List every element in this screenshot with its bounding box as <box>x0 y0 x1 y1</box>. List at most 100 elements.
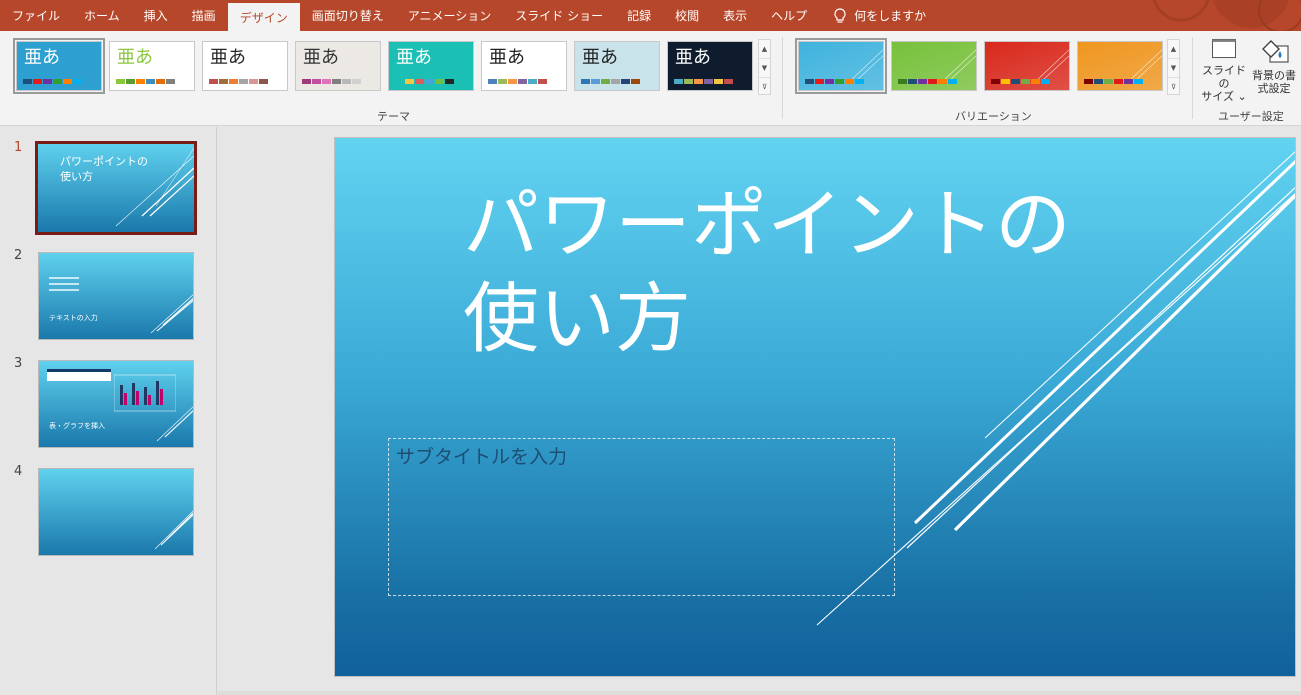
color-swatch <box>415 79 424 84</box>
variation-down-button[interactable]: ▼ <box>1168 59 1179 78</box>
variation-thumbnail-3[interactable] <box>1077 41 1163 91</box>
theme-thumbnail-0[interactable]: 亜あ <box>13 38 105 94</box>
theme-thumbnail-5[interactable]: 亜あ <box>481 41 567 91</box>
slide-thumbnail-1[interactable]: パワーポイントの 使い方 <box>35 141 197 235</box>
color-swatch <box>855 79 864 84</box>
tab-0[interactable]: ファイル <box>0 0 72 31</box>
color-swatch <box>528 79 537 84</box>
color-swatch <box>259 79 268 84</box>
editor-horizontal-scrollbar[interactable] <box>218 691 1301 695</box>
slide-title-line1: パワーポイントの <box>463 180 1071 269</box>
tab-3[interactable]: 描画 <box>180 0 228 31</box>
color-swatch <box>33 79 42 84</box>
variations-gallery-scroll: ▲ ▼ ⊽ <box>1167 39 1180 95</box>
tab-7[interactable]: スライド ショー <box>503 0 615 31</box>
color-swatch <box>229 79 238 84</box>
tab-9[interactable]: 校閲 <box>663 0 711 31</box>
theme-glyph: 亜あ <box>24 47 60 68</box>
slide-title-line2: 使い方 <box>463 274 691 363</box>
tab-11[interactable]: ヘルプ <box>759 0 819 31</box>
slide-number-4: 4 <box>14 464 23 479</box>
slide-thumbnail-3[interactable]: 表・グラフを挿入 <box>38 360 194 448</box>
variation-more-button[interactable]: ⊽ <box>1168 78 1179 96</box>
variation-thumbnail-2[interactable] <box>984 41 1070 91</box>
slide-thumbnail-title: パワーポイントの 使い方 <box>60 154 148 184</box>
color-swatch <box>621 79 630 84</box>
color-swatch <box>146 79 155 84</box>
color-swatch <box>332 79 341 84</box>
themes-group-label: テーマ <box>377 110 410 123</box>
color-swatch <box>991 79 1000 84</box>
color-swatch <box>1041 79 1050 84</box>
color-swatch <box>1011 79 1020 84</box>
color-swatch <box>166 79 175 84</box>
theme-thumbnail-2[interactable]: 亜あ <box>202 41 288 91</box>
tell-me-search[interactable]: 何をしますか <box>819 0 938 31</box>
color-swatch <box>1114 79 1123 84</box>
variations-group-label: バリエーション <box>955 110 1032 123</box>
color-swatch <box>43 79 52 84</box>
color-swatch <box>63 79 72 84</box>
slide-title[interactable]: パワーポイントの 使い方 <box>463 178 1183 366</box>
subtitle-placeholder[interactable]: サブタイトルを入力 <box>388 438 895 596</box>
color-swatch <box>126 79 135 84</box>
gallery-up-button[interactable]: ▲ <box>759 40 770 59</box>
variation-color-swatches <box>805 79 864 84</box>
slide-thumbnail-4[interactable] <box>38 468 194 556</box>
color-swatch <box>1021 79 1030 84</box>
theme-glyph: 亜あ <box>675 47 711 68</box>
color-swatch <box>1031 79 1040 84</box>
tab-8[interactable]: 記録 <box>615 0 663 31</box>
ribbon-design: 亜あ 亜あ 亜あ 亜あ 亜あ 亜あ 亜あ 亜あ ▲ ▼ ⊽ テーマ ▲ ▼ ⊽ バリエーション… <box>0 31 1301 126</box>
color-swatch <box>908 79 917 84</box>
color-swatch <box>631 79 640 84</box>
variation-color-swatches <box>898 79 957 84</box>
tab-6[interactable]: アニメーション <box>396 0 504 31</box>
theme-thumbnail-4[interactable]: 亜あ <box>388 41 474 91</box>
main-slide[interactable]: パワーポイントの 使い方 サブタイトルを入力 <box>334 137 1296 677</box>
slide-size-label-1: スライドの <box>1202 64 1246 90</box>
color-swatch <box>1001 79 1010 84</box>
slide-size-button[interactable]: スライドの サイズ ⌄ <box>1200 37 1248 103</box>
slide-bullets <box>49 273 79 295</box>
theme-thumbnail-3[interactable]: 亜あ <box>295 41 381 91</box>
variation-thumbnail-0[interactable] <box>795 38 887 94</box>
theme-thumbnail-1[interactable]: 亜あ <box>109 41 195 91</box>
color-swatch <box>342 79 351 84</box>
color-swatch <box>611 79 620 84</box>
tab-1[interactable]: ホーム <box>72 0 132 31</box>
color-swatch <box>1134 79 1143 84</box>
color-swatch <box>581 79 590 84</box>
color-swatch <box>815 79 824 84</box>
tab-4[interactable]: デザイン <box>227 3 300 31</box>
color-swatch <box>1124 79 1133 84</box>
color-swatch <box>425 79 434 84</box>
color-swatch <box>601 79 610 84</box>
format-background-label-2: 式設定 <box>1257 82 1291 95</box>
theme-thumbnail-6[interactable]: 亜あ <box>574 41 660 91</box>
lightbulb-icon <box>834 7 846 23</box>
color-swatch <box>445 79 454 84</box>
variation-thumbnail-1[interactable] <box>891 41 977 91</box>
color-swatch <box>805 79 814 84</box>
format-background-button[interactable]: 背景の書 式設定 <box>1250 37 1298 103</box>
color-swatch <box>591 79 600 84</box>
theme-color-swatches <box>23 79 82 84</box>
tell-me-label: 何をしますか <box>854 9 927 23</box>
ribbon-tab-bar: ファイル ホーム 挿入 描画 デザイン 画面切り替え アニメーション スライド ショー 記録 校閲… <box>0 0 1301 31</box>
gallery-more-button[interactable]: ⊽ <box>759 78 770 96</box>
tab-bar-decoration <box>1152 0 1301 31</box>
color-swatch <box>684 79 693 84</box>
tab-2[interactable]: 挿入 <box>132 0 180 31</box>
color-swatch <box>845 79 854 84</box>
format-background-label-1: 背景の書 <box>1252 69 1296 82</box>
slide-thumbnail-2[interactable]: テキストの入力 <box>38 252 194 340</box>
ribbon-divider <box>782 37 783 119</box>
variation-up-button[interactable]: ▲ <box>1168 40 1179 59</box>
color-swatch <box>405 79 414 84</box>
tab-5[interactable]: 画面切り替え <box>300 0 396 31</box>
gallery-down-button[interactable]: ▼ <box>759 59 770 78</box>
color-swatch <box>918 79 927 84</box>
theme-thumbnail-7[interactable]: 亜あ <box>667 41 753 91</box>
tab-10[interactable]: 表示 <box>711 0 759 31</box>
